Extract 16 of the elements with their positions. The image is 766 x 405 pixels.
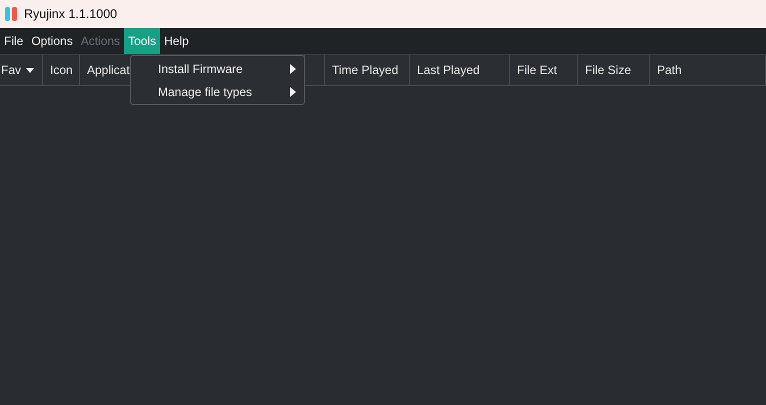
column-header[interactable]: Fav (1, 63, 22, 77)
menu-item[interactable]: Help (160, 28, 193, 54)
column-header[interactable]: File Size (585, 63, 632, 77)
app-logo-icon (4, 6, 18, 22)
menu-item[interactable]: Manage file types (131, 80, 304, 103)
menu-item[interactable]: Options (27, 28, 77, 54)
column-header[interactable]: Icon (50, 63, 73, 77)
column-header[interactable]: Time Played (332, 63, 398, 77)
window-title: Ryujinx 1.1.1000 (24, 7, 118, 21)
sort-caret-icon[interactable] (25, 66, 36, 74)
column-header[interactable]: Last Played (417, 63, 480, 77)
column-header[interactable]: File Ext (517, 63, 558, 77)
menu-item[interactable]: Install Firmware (131, 57, 304, 80)
menu-item[interactable]: File (0, 28, 28, 54)
column-header[interactable]: Path (657, 63, 682, 77)
column-header[interactable]: Applicat (87, 63, 130, 77)
